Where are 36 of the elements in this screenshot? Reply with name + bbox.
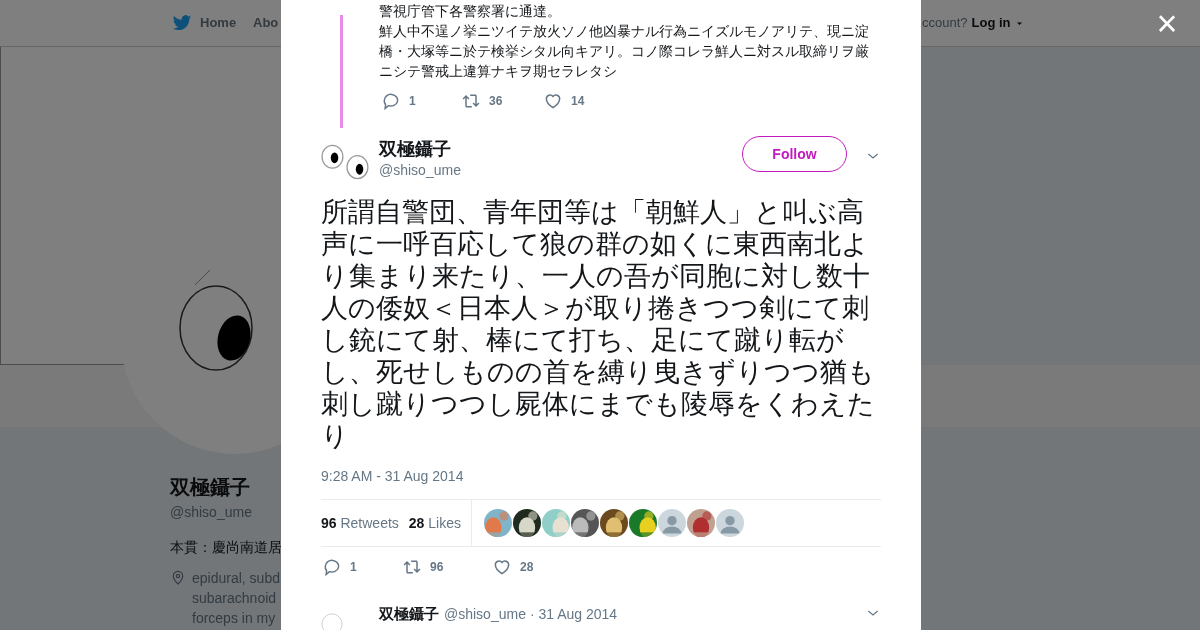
account-prompt: ccount? bbox=[922, 14, 968, 33]
retweet-icon[interactable] bbox=[461, 91, 481, 111]
heart-icon[interactable] bbox=[492, 557, 512, 577]
default-avatar-icon[interactable] bbox=[658, 509, 686, 537]
login-link[interactable]: Log in bbox=[971, 13, 1011, 33]
tweet-text-line: 警視庁管下各警察署に通達。 bbox=[379, 2, 562, 21]
user-name[interactable]: 双極鑷子 bbox=[379, 605, 439, 623]
nav-link[interactable]: Abo bbox=[253, 13, 279, 33]
like-count: 28 bbox=[520, 559, 534, 576]
profile-location: epidural, subd subarachnoid forceps in my bbox=[192, 569, 280, 628]
profile-bio: 本貫：慶尚南道居 bbox=[170, 538, 280, 557]
reply-count: 1 bbox=[350, 559, 357, 576]
likes-count[interactable]: 28 Likes bbox=[408, 512, 461, 534]
user-handle[interactable]: @shiso_ume bbox=[444, 605, 526, 623]
tweet-text: 所謂自警団、青年団等は「朝鮮人」と叫ぶ高 声に一呼百応して狼の群の如くに東西南北よ り集まり来たり、一人の吾が同胞に対し数十 人の倭奴＜日本人＞が取り捲きつつ剣にて刺 し銃にて射、棒にて打ち、足にて蹴り転が し、死せしものの首を縛り曳きずりつつ猶も 刺し蹴りつつし屍体にまでも陵辱をくわえた り bbox=[321, 196, 876, 452]
default-avatar-icon[interactable] bbox=[716, 509, 744, 537]
retweet-icon[interactable] bbox=[402, 557, 422, 577]
location-icon bbox=[170, 570, 186, 586]
tweet-date[interactable]: · 31 Aug 2014 bbox=[529, 605, 618, 623]
retweets-count[interactable]: 96 Retweets bbox=[321, 512, 399, 534]
user-handle[interactable]: @shiso_ume bbox=[379, 160, 742, 181]
retweet-count: 96 bbox=[430, 559, 444, 576]
heart-icon[interactable] bbox=[543, 91, 563, 111]
reply-icon[interactable] bbox=[381, 91, 401, 111]
close-button[interactable]: × bbox=[1150, 6, 1184, 42]
retweet-count: 36 bbox=[489, 93, 503, 110]
tweet-text: 鮮人中不逞ノ挙ニツイテ放火ソノ他凶暴ナル行為ニイズルモノアリテ、現ニ淀 橋・大塚等ニ於テ検挙シタル向キアリ。コノ際コレラ鮮人ニ対スル取締リヲ厳 ニシテ警戒上違算ナキヲ期セラレタシ bbox=[379, 22, 869, 81]
follow-button[interactable]: Follow bbox=[742, 136, 847, 172]
profile-handle: @shiso_ume bbox=[170, 503, 253, 522]
tweet-timestamp: 9:28 AM - 31 Aug 2014 bbox=[321, 467, 465, 486]
reply-icon[interactable] bbox=[322, 557, 342, 577]
home-link[interactable]: Home bbox=[200, 13, 237, 33]
user-name[interactable]: 双極鑷子 bbox=[379, 138, 742, 160]
like-count: 14 bbox=[571, 93, 585, 110]
reply-count: 1 bbox=[409, 93, 416, 110]
profile-name: 双極鑷子 bbox=[170, 475, 251, 500]
